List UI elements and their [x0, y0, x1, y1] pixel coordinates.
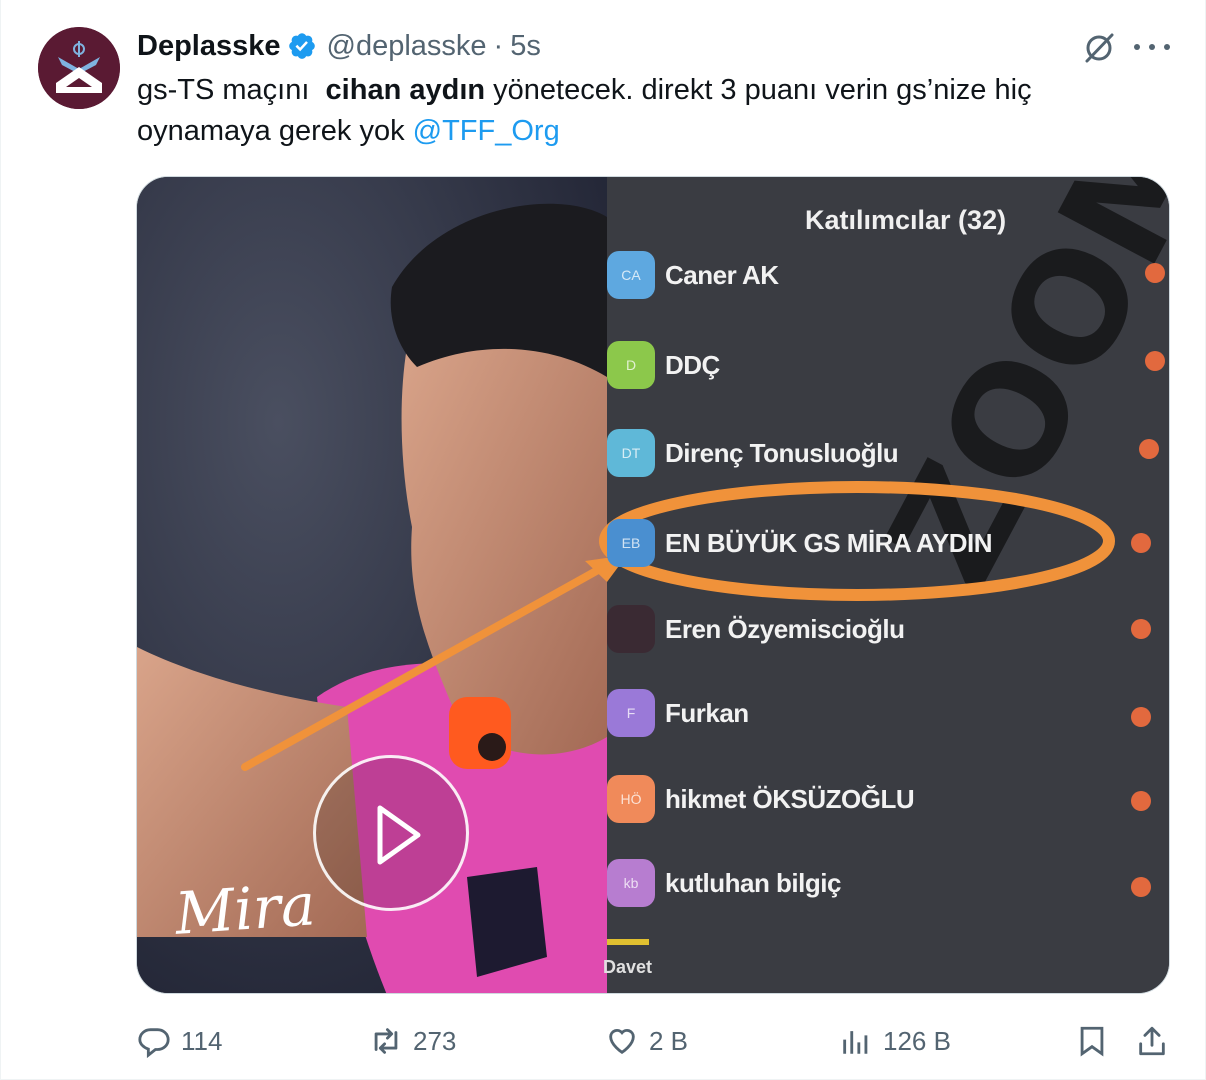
panel-title: Katılımcılar (32)	[805, 205, 1007, 235]
participant-badge: D	[607, 341, 655, 389]
participant-row: EB EN BÜYÜK GS MİRA AYDIN	[607, 515, 993, 571]
participant-name: Caner AK	[665, 259, 779, 290]
like-button[interactable]: 2 B	[605, 1016, 688, 1066]
participant-row: CA Caner AK	[607, 247, 779, 303]
reply-icon	[138, 1028, 170, 1058]
participant-name: Direnç Tonusluoğlu	[665, 437, 899, 468]
tweet-text: gs-TS maçını cihan aydın yönetecek. dire…	[137, 70, 1137, 152]
tweet-card[interactable]: Deplasske @deplasske · 5s gs-TS maçını c…	[0, 0, 1206, 1080]
repost-button[interactable]: 273	[369, 1016, 456, 1066]
tweet-text-bold: cihan aydın	[325, 74, 486, 106]
play-button[interactable]	[313, 755, 469, 911]
more-dot	[1149, 44, 1155, 50]
participant-badge: F	[607, 689, 655, 737]
participant-name: DDÇ	[665, 349, 720, 380]
more-icon[interactable]	[1134, 36, 1170, 58]
participant-name: kutluhan bilgiç	[665, 867, 841, 898]
tweet-header: Deplasske @deplasske · 5s	[137, 28, 541, 64]
participant-badge: EB	[607, 519, 655, 567]
watermark-text: Mira	[172, 870, 318, 948]
share-icon	[1139, 1026, 1165, 1056]
more-dot	[1164, 44, 1170, 50]
views-button[interactable]: 126 B	[839, 1016, 951, 1066]
action-bar: 114 273 2 B 126 B	[137, 1016, 1177, 1066]
reply-count: 114	[181, 1025, 223, 1056]
participant-badge	[607, 605, 655, 653]
views-icon	[843, 1031, 868, 1054]
more-dot	[1134, 44, 1140, 50]
participant-name: hikmet ÖKSÜZOĞLU	[665, 783, 915, 814]
invite-label: Davet	[603, 957, 653, 977]
mention-link[interactable]: @TFF_Org	[413, 115, 560, 147]
video-media[interactable]: ZOOM Katılımcılar (32) CA Caner AK D DDÇ…	[136, 176, 1170, 994]
share-button[interactable]	[1135, 1016, 1169, 1066]
separator-dot: ·	[493, 29, 504, 62]
participant-row: D DDÇ	[607, 337, 720, 393]
participant-row: HÖ hikmet ÖKSÜZOĞLU	[607, 771, 915, 827]
avatar[interactable]	[38, 27, 120, 109]
verified-badge-icon[interactable]	[287, 31, 317, 61]
participant-row: DT Direnç Tonusluoğlu	[607, 425, 899, 481]
timestamp[interactable]: 5s	[510, 30, 541, 63]
participant-badge: kb	[607, 859, 655, 907]
participant-name: Furkan	[665, 697, 749, 728]
bookmark-icon	[1080, 1026, 1104, 1057]
repost-icon	[374, 1028, 398, 1054]
bookmark-button[interactable]	[1075, 1016, 1109, 1066]
views-count: 126 B	[883, 1025, 951, 1056]
participant-name: Eren Özyemiscioğlu	[665, 613, 905, 644]
participant-row: F Furkan	[607, 685, 749, 741]
handle[interactable]: @deplasske	[327, 30, 487, 63]
play-icon	[377, 805, 421, 865]
participant-name: EN BÜYÜK GS MİRA AYDIN	[665, 527, 993, 558]
tweet-text-start: gs-TS maçını	[137, 74, 326, 106]
like-icon	[609, 1029, 635, 1055]
participant-badge: HÖ	[607, 775, 655, 823]
like-count: 2 B	[649, 1025, 689, 1056]
participant-badge: CA	[607, 251, 655, 299]
display-name[interactable]: Deplasske	[137, 30, 281, 63]
participant-badge: DT	[607, 429, 655, 477]
repost-count: 273	[413, 1025, 457, 1056]
participant-row: Eren Özyemiscioğlu	[607, 601, 905, 657]
participant-row: kb kutluhan bilgiç	[607, 855, 841, 911]
reply-button[interactable]: 114	[137, 1016, 222, 1066]
grok-icon[interactable]	[1081, 30, 1117, 66]
